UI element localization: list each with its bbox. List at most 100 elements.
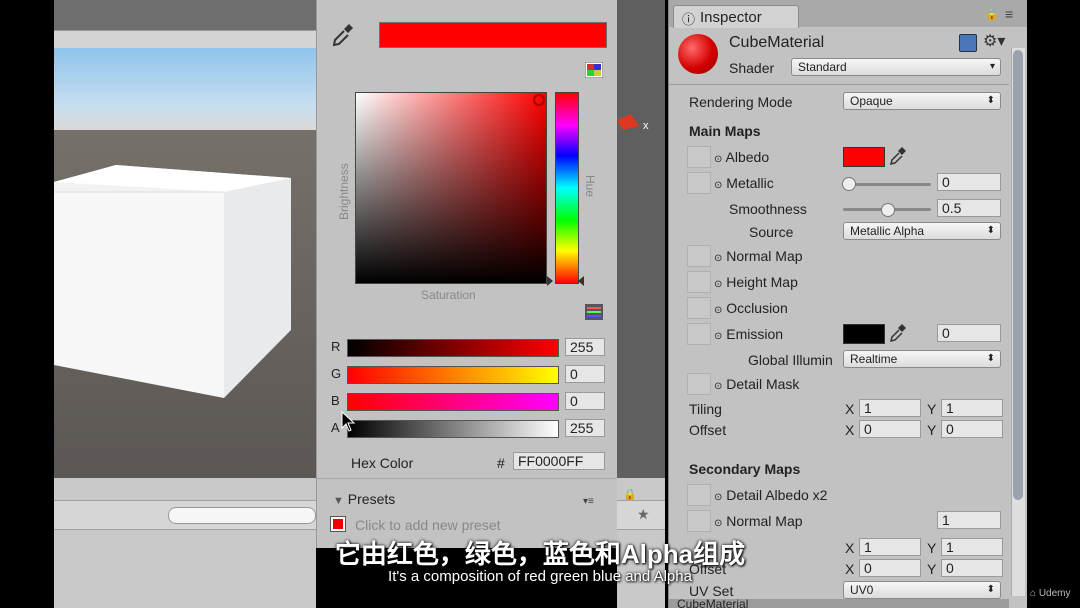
hue-handle-left[interactable] bbox=[547, 276, 553, 286]
updown-icon: ⬍ bbox=[986, 95, 995, 106]
detail-albedo-slot[interactable] bbox=[687, 484, 711, 506]
global-illumination-label: Global Illumin bbox=[748, 352, 833, 368]
source-dropdown[interactable]: Metallic Alpha ⬍ bbox=[843, 222, 1001, 240]
tiling-y-field[interactable]: 1 bbox=[941, 399, 1003, 417]
hex-color-field[interactable]: FF0000FF bbox=[513, 452, 605, 470]
height-map-slot[interactable] bbox=[687, 271, 711, 293]
presets-foldout[interactable]: ▼ Presets bbox=[333, 491, 395, 507]
metallic-slider-track[interactable] bbox=[847, 183, 931, 186]
detail-mask-label: ⊙ Detail Mask bbox=[714, 376, 800, 392]
saturation-brightness-box[interactable] bbox=[355, 92, 547, 284]
albedo-color-field[interactable] bbox=[843, 147, 885, 167]
subtitle-chinese: 它由红色，绿色，蓝色和Alpha组成 bbox=[334, 539, 746, 569]
smoothness-field[interactable]: 0.5 bbox=[937, 199, 1001, 217]
eyedropper-icon[interactable] bbox=[889, 323, 907, 343]
albedo-texture-slot[interactable] bbox=[687, 146, 711, 168]
lock-icon[interactable]: 🔒 bbox=[985, 8, 999, 21]
star-icon[interactable]: ★ bbox=[637, 506, 650, 523]
info-icon: ⓘ bbox=[682, 12, 696, 27]
emission-field[interactable]: 0 bbox=[937, 324, 1001, 342]
metallic-label: ⊙ Metallic bbox=[714, 175, 774, 191]
shader-label: Shader bbox=[729, 60, 775, 76]
metallic-texture-slot[interactable] bbox=[687, 172, 711, 194]
preset-swatch[interactable] bbox=[330, 516, 346, 532]
emission-color-field[interactable] bbox=[843, 324, 885, 344]
target-icon: ⊙ bbox=[714, 253, 723, 264]
uv-set-label: UV Set bbox=[689, 583, 734, 599]
height-map-label: ⊙ Height Map bbox=[714, 274, 798, 290]
lock-icon[interactable]: 🔒 bbox=[623, 488, 637, 501]
sv-cursor[interactable] bbox=[533, 94, 545, 106]
eyedropper-icon[interactable] bbox=[331, 22, 355, 48]
offset-y-field[interactable]: 0 bbox=[941, 420, 1003, 438]
tab-inspector[interactable]: ⓘ Inspector bbox=[673, 5, 799, 28]
hue-slider[interactable] bbox=[555, 92, 579, 284]
scene-view[interactable] bbox=[54, 0, 316, 608]
metallic-field[interactable]: 0 bbox=[937, 173, 1001, 191]
tiling-label: Tiling bbox=[689, 401, 722, 417]
normal-map-slot[interactable] bbox=[687, 245, 711, 267]
help-book-icon[interactable] bbox=[959, 34, 977, 52]
smoothness-label: Smoothness bbox=[729, 201, 807, 217]
color-mode-icon[interactable] bbox=[585, 62, 603, 78]
target-icon: ⊙ bbox=[714, 154, 723, 165]
channel-b-slider[interactable] bbox=[347, 393, 559, 411]
material-name: CubeMaterial bbox=[729, 34, 825, 51]
eyedropper-icon[interactable] bbox=[889, 146, 907, 166]
channel-a-slider[interactable] bbox=[347, 420, 559, 438]
hue-handle-right[interactable] bbox=[578, 276, 584, 286]
channel-b-field[interactable]: 0 bbox=[565, 392, 605, 410]
hex-hash-label: # bbox=[497, 455, 505, 471]
divider bbox=[669, 84, 1009, 85]
occlusion-label: ⊙ Occlusion bbox=[714, 300, 788, 316]
inspector-panel: ⓘ Inspector 🔒 ≡ CubeMaterial ⚙▾ Shader S… bbox=[668, 0, 1027, 608]
slider-mode-icon[interactable] bbox=[585, 304, 603, 320]
rendering-mode-dropdown[interactable]: Opaque ⬍ bbox=[843, 92, 1001, 110]
cube-object[interactable] bbox=[54, 130, 316, 478]
subtitle-english: It's a composition of red green blue and… bbox=[388, 568, 692, 585]
search-input[interactable] bbox=[168, 507, 316, 524]
detail-albedo-label: ⊙ Detail Albedo x2 bbox=[714, 487, 828, 503]
presets-menu-icon[interactable]: ▾≡ bbox=[583, 496, 594, 507]
global-illumination-dropdown[interactable]: Realtime ⬍ bbox=[843, 350, 1001, 368]
channel-g-field[interactable]: 0 bbox=[565, 365, 605, 383]
target-icon: ⊙ bbox=[714, 180, 723, 191]
target-icon: ⊙ bbox=[714, 492, 723, 503]
gizmo-x-label: x bbox=[643, 120, 649, 132]
target-icon: ⊙ bbox=[714, 381, 723, 392]
normal-map-label: ⊙ Normal Map bbox=[714, 248, 803, 264]
offset-label: Offset bbox=[689, 422, 727, 438]
preview-title: CubeMaterial bbox=[677, 599, 749, 608]
scene-sky bbox=[54, 48, 316, 130]
chevron-down-icon: ▾ bbox=[989, 61, 995, 72]
channel-a-field[interactable]: 255 bbox=[565, 419, 605, 437]
emission-slot[interactable] bbox=[687, 323, 711, 345]
offset-y-label: Y bbox=[927, 422, 937, 438]
detail-mask-slot[interactable] bbox=[687, 373, 711, 395]
metallic-slider-thumb[interactable] bbox=[842, 177, 856, 191]
updown-icon: ⬍ bbox=[986, 353, 995, 364]
smoothness-slider-thumb[interactable] bbox=[881, 203, 895, 217]
gear-icon[interactable]: ⚙▾ bbox=[983, 31, 1005, 51]
scrollbar-thumb[interactable] bbox=[1013, 50, 1023, 500]
channel-g-slider[interactable] bbox=[347, 366, 559, 384]
tiling-x-field[interactable]: 1 bbox=[859, 399, 921, 417]
scene-header-bar bbox=[54, 30, 316, 49]
channel-r-slider[interactable] bbox=[347, 339, 559, 357]
shader-dropdown[interactable]: Standard ▾ bbox=[791, 58, 1001, 76]
source-label: Source bbox=[749, 224, 794, 240]
tiling-y-label: Y bbox=[927, 401, 937, 417]
secondary-normal-scale-field[interactable]: 1 bbox=[937, 511, 1001, 529]
albedo-label: ⊙ Albedo bbox=[714, 149, 770, 165]
offset-x-field[interactable]: 0 bbox=[859, 420, 921, 438]
secondary-normal-map-slot[interactable] bbox=[687, 510, 711, 532]
target-icon: ⊙ bbox=[714, 279, 723, 290]
target-icon: ⊙ bbox=[714, 305, 723, 316]
presets-label: Presets bbox=[347, 491, 396, 507]
add-preset-label[interactable]: Click to add new preset bbox=[355, 517, 501, 533]
channel-b-label: B bbox=[331, 393, 340, 408]
panel-menu-icon[interactable]: ≡ bbox=[1005, 6, 1013, 22]
occlusion-slot[interactable] bbox=[687, 297, 711, 319]
channel-r-field[interactable]: 255 bbox=[565, 338, 605, 356]
scene-toolbar bbox=[54, 0, 316, 30]
